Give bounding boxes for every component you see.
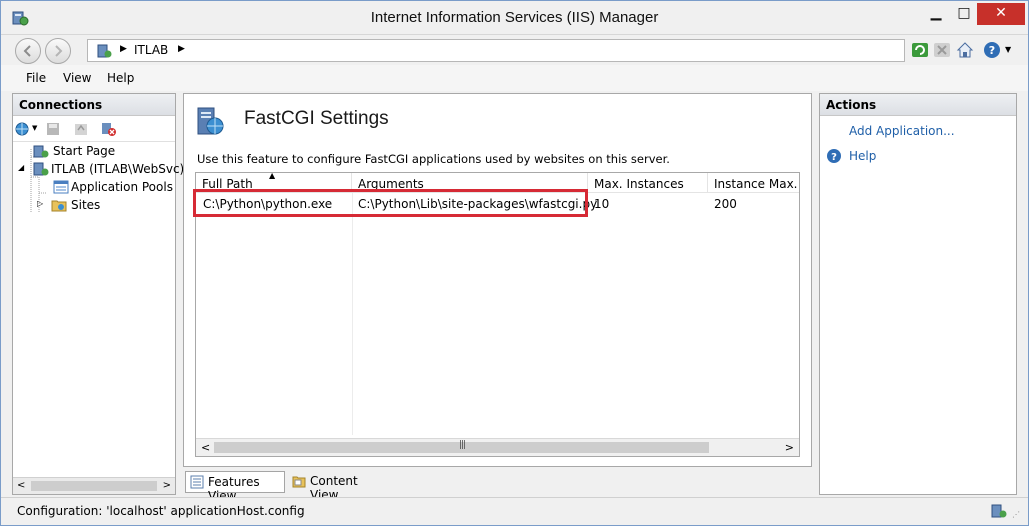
connections-toolbar: ▼	[13, 116, 175, 142]
scroll-grip: |||	[459, 440, 466, 450]
scroll-right-icon[interactable]: >	[163, 480, 171, 491]
feature-title: FastCGI Settings	[244, 108, 389, 129]
tree-expand-icon[interactable]: ▷	[37, 199, 43, 208]
scroll-thumb[interactable]	[31, 481, 157, 491]
features-view-tab[interactable]: Features View	[185, 471, 285, 503]
up-level-icon[interactable]	[73, 121, 89, 137]
add-application-link[interactable]: Add Application...	[849, 124, 955, 138]
server-status-icon	[991, 504, 1007, 518]
breadcrumb-separator[interactable]: ▶	[120, 44, 127, 54]
delete-connection-icon[interactable]	[101, 121, 117, 137]
cell-instance-max-requests: 200	[714, 197, 737, 211]
navigation-bar: ▶ ITLAB ▶ ? ▼	[1, 35, 1028, 65]
grid-horizontal-scrollbar[interactable]: < ||| >	[196, 438, 799, 456]
connect-globe-icon[interactable]	[15, 121, 31, 137]
scroll-left-icon[interactable]: <	[17, 480, 25, 491]
window-title: Internet Information Services (IIS) Mana…	[370, 9, 659, 26]
stop-icon[interactable]	[933, 41, 951, 59]
menu-view[interactable]: View	[63, 71, 91, 85]
red-highlight-box	[193, 189, 588, 217]
svg-text:?: ?	[831, 152, 837, 163]
tree-item-application-pools[interactable]: Application Pools	[71, 180, 173, 194]
svg-text:?: ?	[989, 44, 995, 57]
save-icon[interactable]	[45, 121, 61, 137]
back-button[interactable]	[15, 38, 41, 64]
tree-lines	[30, 149, 47, 212]
actions-pane: Actions Add Application... ? Help	[819, 93, 1017, 495]
scroll-left-icon[interactable]: <	[201, 441, 210, 454]
menu-bar: File View Help	[1, 65, 1028, 91]
connections-horizontal-scrollbar[interactable]: < >	[13, 477, 175, 494]
breadcrumb-separator[interactable]: ▶	[178, 44, 185, 54]
breadcrumb-itlab[interactable]: ITLAB	[134, 43, 168, 57]
sort-ascending-icon: ▲	[269, 173, 276, 180]
application-pools-icon	[53, 180, 69, 194]
content-view-icon	[292, 476, 306, 488]
tree-item-start-page[interactable]: Start Page	[53, 144, 115, 158]
resize-grip-icon[interactable]: ⋰	[1012, 510, 1020, 519]
iis-manager-window: Internet Information Services (IIS) Mana…	[0, 0, 1029, 526]
feature-pane: FastCGI Settings Use this feature to con…	[183, 93, 812, 467]
features-view-icon	[190, 475, 204, 489]
fastcgi-settings-icon	[197, 107, 224, 135]
maximize-button[interactable]: □	[949, 3, 979, 25]
status-bar: Configuration: 'localhost' applicationHo…	[1, 497, 1028, 525]
sites-folder-icon	[51, 200, 67, 212]
content-view-tab[interactable]: Content View	[288, 471, 388, 502]
cell-max-instances: 10	[594, 197, 610, 211]
back-arrow-icon	[23, 45, 31, 57]
tree-item-sites[interactable]: Sites	[71, 198, 100, 212]
menu-file[interactable]: File	[26, 71, 46, 85]
start-page-icon	[33, 145, 49, 158]
connect-dropdown-icon[interactable]: ▼	[32, 124, 37, 132]
forward-button[interactable]	[45, 38, 71, 64]
refresh-icon[interactable]	[911, 41, 929, 59]
fastcgi-applications-grid: Full Path ▲ Arguments Max. Instances Ins…	[193, 172, 801, 457]
tree-item-server[interactable]: ITLAB (ITLAB\WebSvc)	[51, 162, 184, 176]
home-icon[interactable]	[956, 41, 974, 59]
menu-help[interactable]: Help	[107, 71, 134, 85]
connections-pane: Connections ▼ Start Page ◢ ITLAB (ITLAB\…	[12, 93, 184, 495]
column-header-instance-max-requests[interactable]: Instance Max. Re	[708, 173, 801, 193]
help-icon: ?	[827, 149, 841, 163]
close-button[interactable]: ✕	[977, 3, 1025, 25]
status-text: Configuration: 'localhost' applicationHo…	[17, 504, 305, 518]
feature-description: Use this feature to configure FastCGI ap…	[197, 152, 670, 166]
view-switcher: Features View Content View	[185, 471, 814, 503]
tree-collapse-icon[interactable]: ◢	[18, 163, 24, 172]
server-node-icon	[33, 162, 49, 176]
column-divider	[352, 193, 353, 435]
help-dropdown-icon[interactable]: ▼	[1005, 45, 1011, 54]
address-bar[interactable]: ▶ ITLAB ▶	[87, 39, 905, 62]
forward-arrow-icon	[55, 45, 63, 57]
actions-header: Actions	[820, 94, 1016, 116]
help-icon[interactable]: ?	[983, 41, 1001, 59]
connections-header: Connections	[13, 94, 175, 116]
help-link[interactable]: Help	[849, 149, 876, 163]
column-header-max-instances[interactable]: Max. Instances	[588, 173, 708, 193]
scroll-right-icon[interactable]: >	[785, 441, 794, 454]
title-bar: Internet Information Services (IIS) Mana…	[1, 1, 1028, 35]
server-icon	[97, 44, 112, 58]
minimize-button[interactable]: ▁	[921, 3, 951, 25]
